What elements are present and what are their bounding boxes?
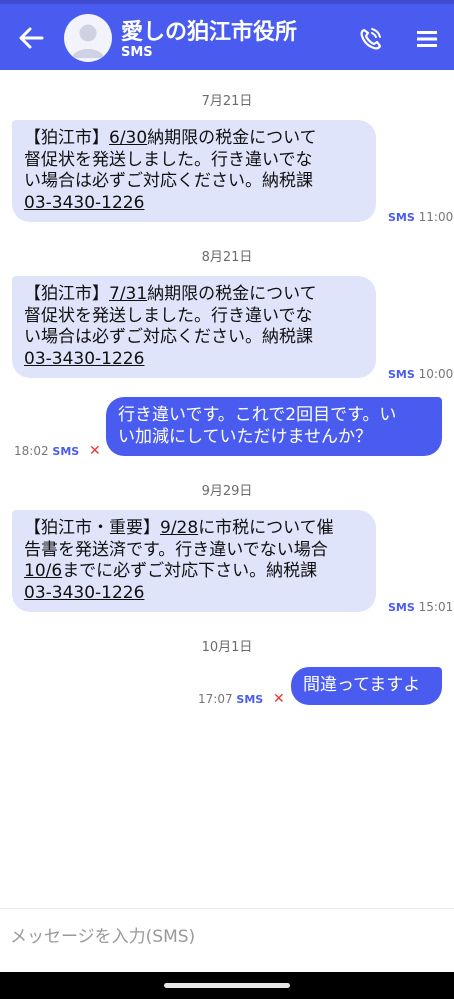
message-link[interactable]: 7/31 <box>109 284 147 304</box>
channel-label: SMS <box>388 368 415 381</box>
message-line: 【狛江市】6/30納期限の税金について <box>24 128 364 150</box>
channel-label: SMS <box>388 601 415 614</box>
message-bubble-incoming[interactable]: 【狛江市】6/30納期限の税金について 督促状を発送しました。行き違いでな い場合は… <box>12 120 376 222</box>
arrow-left-icon <box>19 27 44 49</box>
contact-channel: SMS <box>121 45 153 60</box>
message-meta: SMS 11:00 <box>388 210 453 224</box>
hamburger-menu-icon <box>417 31 437 47</box>
message-meta: 18:02 SMS ✕ <box>14 443 101 459</box>
system-nav-bar <box>0 972 454 999</box>
message-text: い場合は必ずご対応ください。納税課 <box>24 327 313 347</box>
back-button[interactable] <box>14 22 50 54</box>
send-failed-icon[interactable]: ✕ <box>273 691 285 707</box>
message-time: 15:01 <box>418 600 454 614</box>
message-line: い加減にしていただけませんか？ <box>118 427 430 449</box>
message-time: 10:00 <box>418 367 454 381</box>
message-text: 督促状を発送しました。行き違いでな <box>24 305 313 326</box>
message-line: い場合は必ずご対応ください。納税課 <box>24 327 364 349</box>
call-button[interactable] <box>355 24 385 54</box>
message-text: までに必ずご対応下さい。納税課 <box>62 561 318 581</box>
date-separator: 7月21日 <box>201 94 253 109</box>
date-separator: 10月1日 <box>201 640 253 655</box>
channel-label: SMS <box>388 211 415 224</box>
message-link[interactable]: 03-3430-1226 <box>24 349 144 369</box>
message-line: 【狛江市】7/31納期限の税金について <box>24 284 364 306</box>
message-meta: SMS 15:01 <box>388 600 453 614</box>
composer <box>0 908 454 972</box>
message-text: い加減にしていただけませんか？ <box>118 426 372 447</box>
channel-label: SMS <box>52 445 80 458</box>
message-text: 納期限の税金について <box>147 284 317 304</box>
message-text: 【狛江市】 <box>24 284 109 304</box>
message-line: 間違ってますよ <box>303 675 430 697</box>
message-line: 行き違いです。これで2回目です。い <box>118 405 430 427</box>
contact-avatar[interactable] <box>64 14 112 62</box>
conversation-header: 愛しの狛江市役所 SMS <box>0 4 454 70</box>
message-time: 17:07 <box>198 692 233 706</box>
message-link[interactable]: 10/6 <box>24 561 62 581</box>
message-link[interactable]: 03-3430-1226 <box>24 193 144 213</box>
message-line: 03-3430-1226 <box>24 583 364 605</box>
message-line: 督促状を発送しました。行き違いでな <box>24 306 364 328</box>
message-time: 18:02 <box>14 444 49 458</box>
message-text: 【狛江市】 <box>24 128 109 148</box>
send-failed-icon[interactable]: ✕ <box>89 443 101 459</box>
message-line: 告書を発送済です。行き違いでない場合 <box>24 540 364 562</box>
message-line: 【狛江市・重要】9/28に市税について催 <box>24 518 364 540</box>
person-avatar-icon <box>72 24 104 58</box>
message-line: 03-3430-1226 <box>24 349 364 371</box>
message-text: に市税について催 <box>198 518 334 538</box>
message-text: 督促状を発送しました。行き違いでな <box>24 149 313 170</box>
message-bubble-incoming[interactable]: 【狛江市】7/31納期限の税金について 督促状を発送しました。行き違いでな い場合は… <box>12 276 376 378</box>
date-separator: 8月21日 <box>201 250 253 265</box>
message-meta: SMS 10:00 <box>388 367 453 381</box>
message-bubble-incoming[interactable]: 【狛江市・重要】9/28に市税について催 告書を発送済です。行き違いでない場合 10… <box>12 510 376 612</box>
channel-label: SMS <box>236 693 264 706</box>
message-line: 督促状を発送しました。行き違いでな <box>24 150 364 172</box>
message-meta: 17:07 SMS ✕ <box>198 691 285 707</box>
date-separator: 9月29日 <box>201 484 253 499</box>
message-text: 【狛江市・重要】 <box>24 518 160 538</box>
message-text: 間違ってますよ <box>303 675 421 695</box>
phone-call-icon <box>360 28 382 50</box>
home-gesture-handle[interactable] <box>164 983 290 988</box>
message-text: い場合は必ずご対応ください。納税課 <box>24 171 313 191</box>
message-text: 納期限の税金について <box>147 128 317 148</box>
message-line: い場合は必ずご対応ください。納税課 <box>24 171 364 193</box>
message-text: 行き違いです。これで2回目です。い <box>118 405 397 425</box>
message-bubble-outgoing[interactable]: 間違ってますよ <box>291 667 442 705</box>
message-line: 10/6までに必ずご対応下さい。納税課 <box>24 561 364 583</box>
message-text: 告書を発送済です。行き違いでない場合 <box>24 539 328 560</box>
message-line: 03-3430-1226 <box>24 193 364 215</box>
message-time: 11:00 <box>418 210 454 224</box>
message-link[interactable]: 6/30 <box>109 128 147 148</box>
message-input[interactable] <box>10 927 430 947</box>
message-bubble-outgoing[interactable]: 行き違いです。これで2回目です。い い加減にしていただけませんか？ <box>106 397 442 456</box>
message-link[interactable]: 03-3430-1226 <box>24 583 144 603</box>
message-link[interactable]: 9/28 <box>160 518 198 538</box>
contact-name: 愛しの狛江市役所 <box>121 20 298 45</box>
menu-button[interactable] <box>412 24 442 54</box>
